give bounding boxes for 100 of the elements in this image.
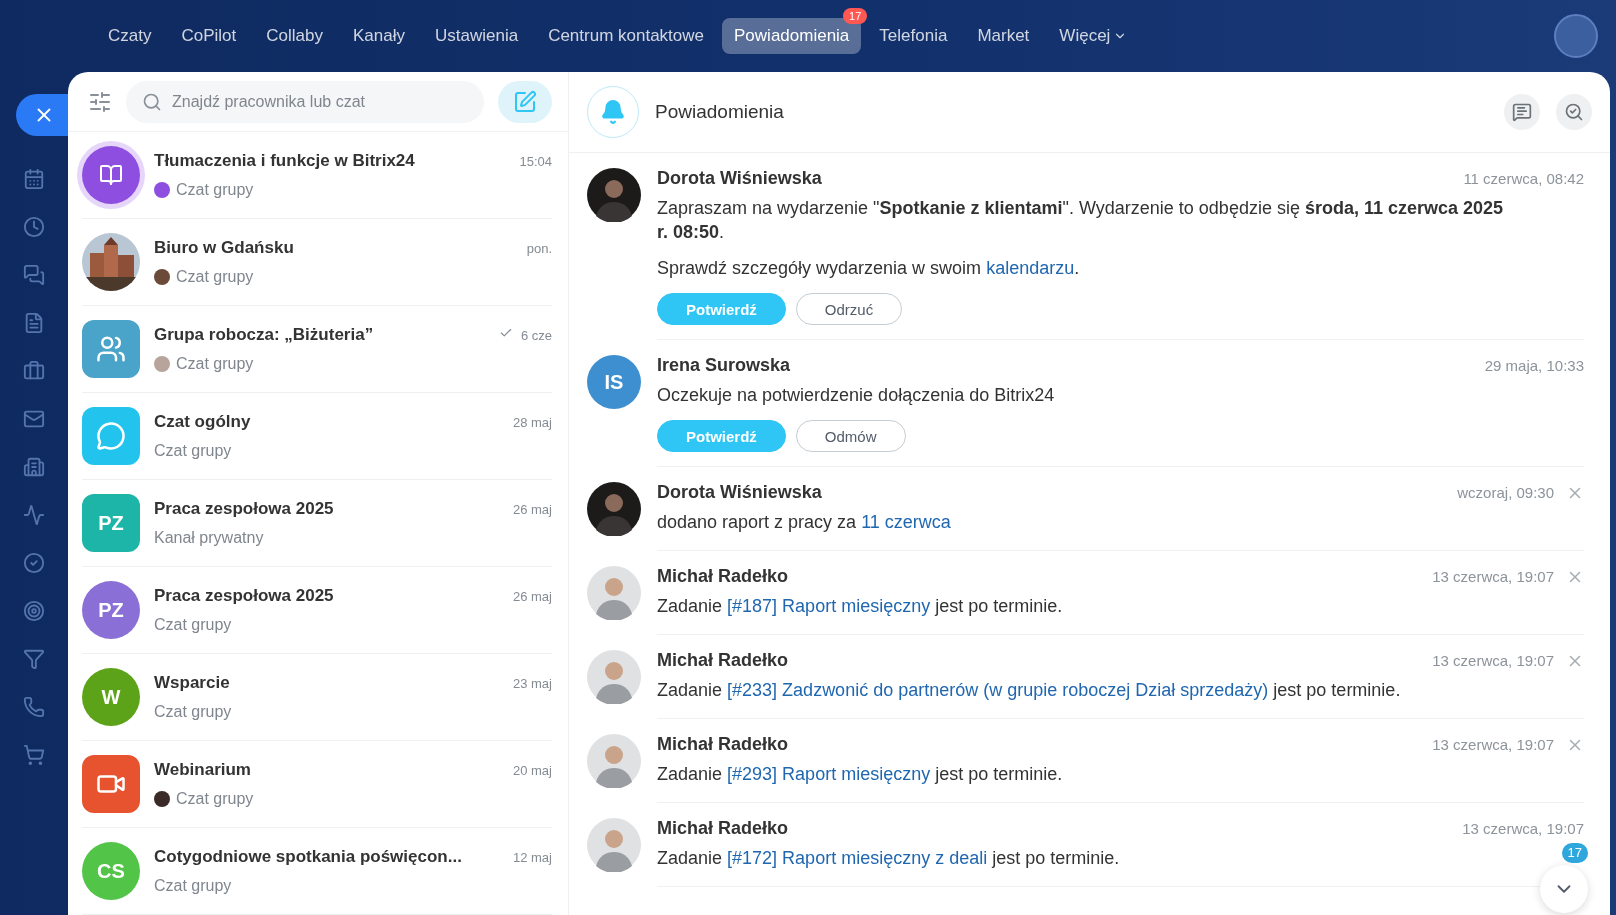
link[interactable]: 11 czerwca: [861, 512, 951, 532]
book-icon: [99, 163, 123, 187]
sender-name: Dorota Wiśniewska: [657, 168, 823, 189]
chat-subtitle: Czat grupy: [154, 442, 232, 460]
chat-icon-button[interactable]: [1504, 94, 1540, 130]
notification-time: 13 czerwca, 19:07: [1432, 568, 1554, 585]
chat-time: 23 maj: [512, 676, 552, 691]
chat-time: 26 maj: [512, 589, 552, 604]
target-icon[interactable]: [23, 600, 45, 622]
nav-tab[interactable]: Market: [965, 18, 1042, 54]
decline-button[interactable]: Odmów: [795, 420, 906, 452]
panel-title: Powiadomienia: [655, 101, 785, 123]
mail-icon[interactable]: [23, 408, 45, 430]
chat-item[interactable]: Biuro w Gdańsku pon. Czat grupy: [82, 219, 552, 306]
chat-subtitle: Czat grupy: [176, 181, 254, 199]
users-icon: [96, 334, 126, 364]
chat-item[interactable]: Grupa robocza: „Biżuteria” 6 cze Czat grupy: [82, 306, 552, 393]
avatar-silhouette-icon: [587, 566, 641, 620]
chat-item[interactable]: PZ Praca zespołowa 2025 26 maj Kanał prywatny: [82, 480, 552, 567]
document-icon[interactable]: [23, 312, 45, 334]
bell-icon: [600, 99, 626, 125]
chat-subtitle: Czat grupy: [154, 703, 232, 721]
search-button[interactable]: [1556, 94, 1592, 130]
chat-title: Biuro w Gdańsku: [154, 238, 295, 258]
chat-bubble-icon: [96, 421, 126, 451]
notification-text: Zadanie [#233] Zadzwonić do partnerów (w grupie roboczej Dział sprzedaży) jest po terminie.: [657, 679, 1402, 702]
notification-time: wczoraj, 09:30: [1457, 484, 1554, 501]
chat-time: 12 maj: [512, 850, 552, 865]
sender-name: Michał Radełko: [657, 566, 790, 587]
search-icon: [1564, 102, 1584, 122]
chat-time: 28 maj: [512, 415, 552, 430]
chat-avatar: PZ: [82, 494, 140, 552]
avatar-silhouette-icon: [587, 168, 641, 222]
nav-tab[interactable]: Ustawienia: [422, 18, 531, 54]
nav-tab[interactable]: Centrum kontaktowe: [536, 18, 717, 54]
clock-icon[interactable]: [23, 216, 45, 238]
close-button[interactable]: [16, 94, 68, 136]
chat-item[interactable]: Webinarium 20 maj Czat grupy: [82, 741, 552, 828]
chat-item[interactable]: W Wsparcie 23 maj Czat grupy: [82, 654, 552, 741]
pen-square-icon: [513, 89, 537, 114]
chat-title: Czat ogólny: [154, 412, 252, 432]
sender-name: Dorota Wiśniewska: [657, 482, 823, 503]
chat-subtitle: Kanał prywatny: [154, 529, 264, 547]
notification-text: Sprawdź szczegóły wydarzenia w swoim kalendarzu.: [657, 257, 1081, 280]
phone-icon[interactable]: [23, 696, 45, 718]
search-field[interactable]: Znajdź pracownika lub czat: [126, 80, 484, 123]
user-avatar: IS: [587, 355, 641, 409]
nav-tab[interactable]: Kanały: [341, 18, 417, 54]
chat-avatar: CS: [82, 842, 140, 900]
notification-text: Zapraszam na wydarzenie "Spotkanie z klientami". Wydarzenie to odbędzie się środa, 11 czerwca 2025 r. 08:50.: [657, 197, 1505, 244]
decline-button[interactable]: Odrzuć: [795, 293, 903, 325]
link[interactable]: kalendarzu: [986, 258, 1075, 278]
chat-title: Wsparcie: [154, 673, 231, 693]
chat-title: Grupa robocza: „Biżuteria”: [154, 325, 375, 345]
chat-title: Webinarium: [154, 760, 252, 780]
nav-tab[interactable]: CoPilot: [169, 18, 249, 54]
chat-item[interactable]: Czat ogólny 28 maj Czat grupy: [82, 393, 552, 480]
compose-button[interactable]: [498, 80, 552, 123]
chat-subtitle: Czat grupy: [176, 790, 254, 808]
building-icon[interactable]: [23, 456, 45, 478]
chat-subtitle: Czat grupy: [154, 616, 232, 634]
nav-tab[interactable]: Telefonia: [867, 18, 960, 54]
chat-item[interactable]: CS Cotygodniowe spotkania poświęcon... 12 maj Czat grupy: [82, 828, 552, 915]
chat-time: 26 maj: [512, 502, 552, 517]
chat-time: 6 cze: [520, 328, 552, 343]
chat-title: Cotygodniowe spotkania poświęcon...: [154, 847, 463, 867]
notification-text: Zadanie [#172] Raport miesięczny z deali jest po terminie.: [657, 847, 1121, 870]
sender-name: Michał Radełko: [657, 734, 790, 755]
notification-time: 13 czerwca, 19:07: [1432, 652, 1554, 669]
link[interactable]: [#187] Raport miesięczny: [727, 596, 931, 616]
sender-name: Michał Radełko: [657, 818, 790, 839]
avatar-silhouette-icon: [587, 818, 641, 872]
chat-bubble-icon: [1512, 102, 1532, 122]
avatar-silhouette-icon: [587, 482, 641, 536]
chat-time: 15:04: [519, 154, 552, 169]
nav-tab[interactable]: Collaby: [254, 18, 335, 54]
chat-subtitle: Czat grupy: [176, 268, 254, 286]
cart-icon[interactable]: [23, 744, 45, 766]
user-avatar[interactable]: [1554, 14, 1598, 58]
link[interactable]: [#233] Zadzwonić do partnerów (w grupie roboczej Dział sprzedaży): [727, 680, 1269, 700]
chat-title: Praca zespołowa 2025: [154, 586, 335, 606]
briefcase-icon[interactable]: [23, 360, 45, 382]
nav-tab[interactable]: Więcej: [1047, 18, 1140, 54]
count-badge: 17: [843, 8, 868, 24]
check-circle-icon[interactable]: [23, 552, 45, 574]
notification-time: 11 czerwca, 08:42: [1463, 170, 1584, 187]
chat-title: Tłumaczenia i funkcje w Bitrix24: [154, 151, 416, 171]
nav-tab[interactable]: Czaty: [96, 18, 164, 54]
chat-time: 20 maj: [512, 763, 552, 778]
pulse-icon[interactable]: [23, 504, 45, 526]
filter-icon[interactable]: [23, 648, 45, 670]
chat-bubbles-icon[interactable]: [23, 264, 45, 286]
chat-item[interactable]: Tłumaczenia i funkcje w Bitrix24 15:04 Czat grupy: [82, 132, 552, 219]
filter-sliders-icon[interactable]: [88, 89, 112, 114]
chat-item[interactable]: PZ Praca zespołowa 2025 26 maj Czat grupy: [82, 567, 552, 654]
link[interactable]: [#293] Raport miesięczny: [727, 764, 931, 784]
link[interactable]: [#172] Raport miesięczny z deali: [727, 848, 988, 868]
avatar-silhouette-icon: [587, 734, 641, 788]
notification-text: Oczekuje na potwierdzenie dołączenia do Bitrix24: [657, 384, 1056, 407]
calendar-icon[interactable]: [23, 168, 45, 190]
